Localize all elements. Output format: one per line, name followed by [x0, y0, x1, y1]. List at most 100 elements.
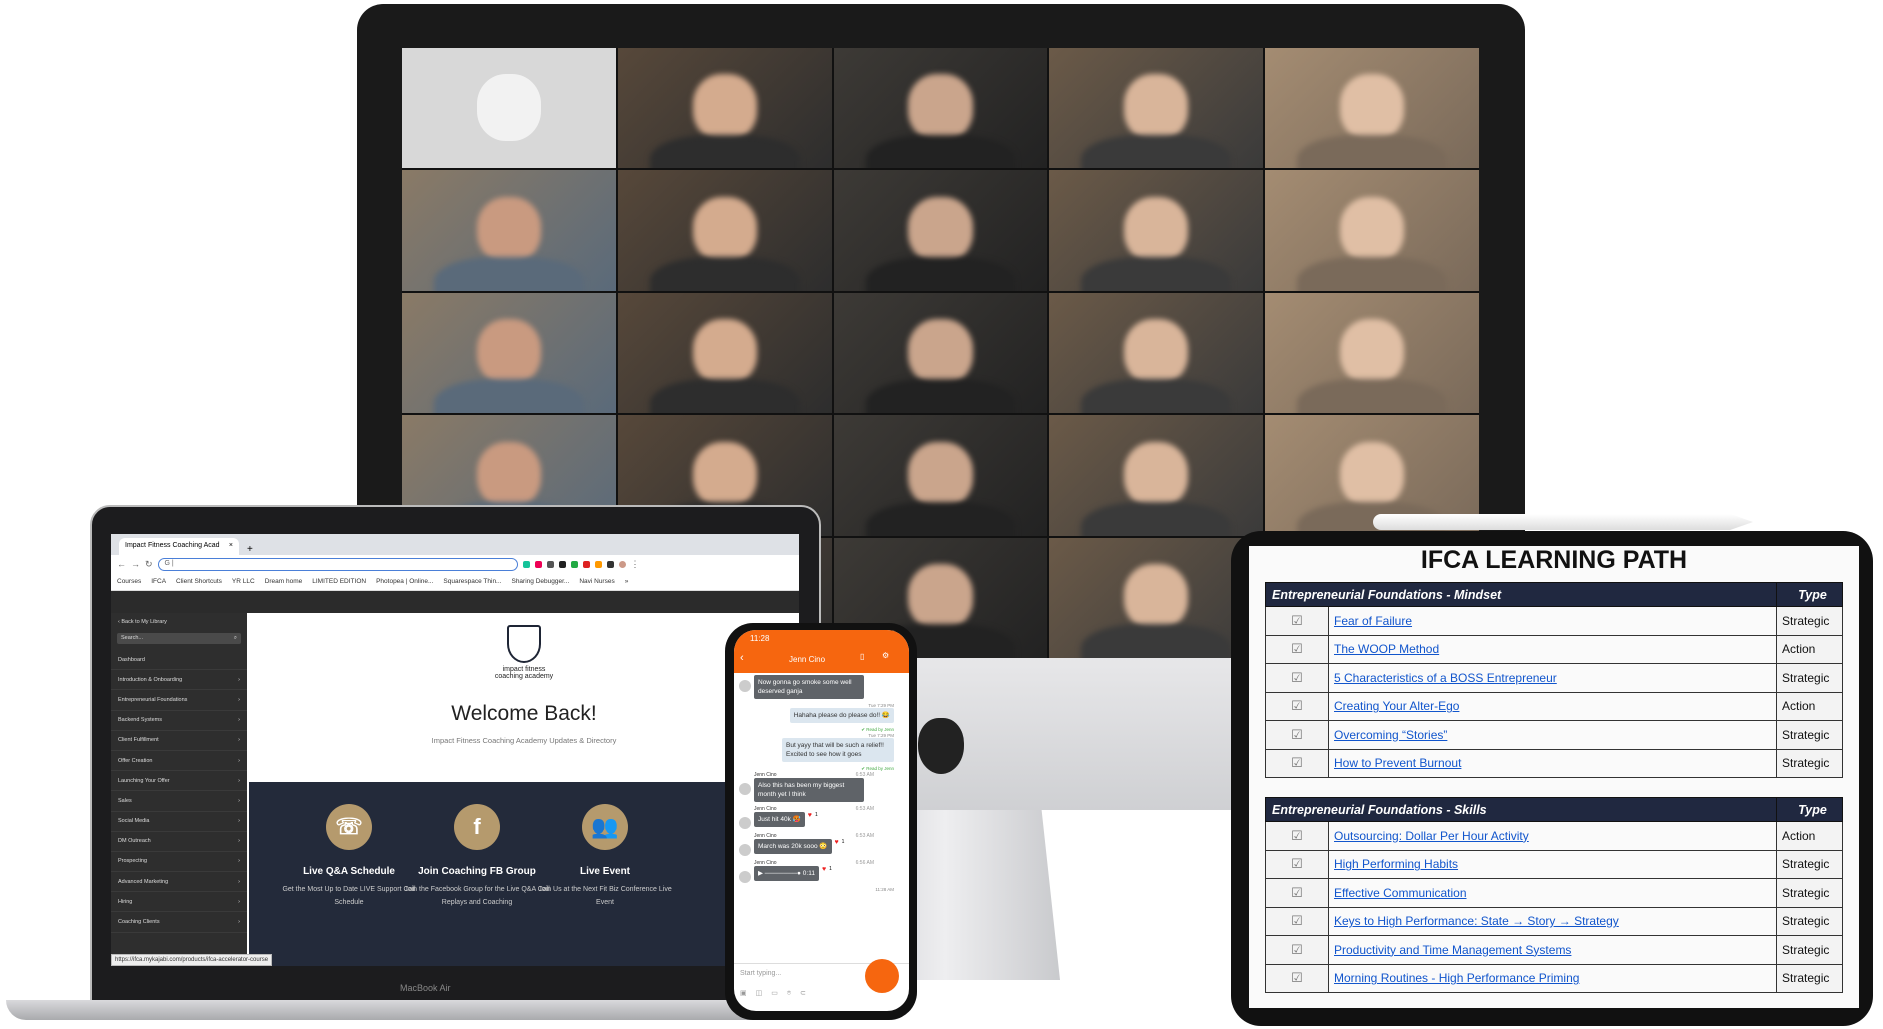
sidebar-item[interactable]: Social Media ›	[111, 812, 247, 832]
sidebar-item[interactable]: Advanced Marketing ›	[111, 872, 247, 893]
back-to-library-link[interactable]: ‹ Back to My Library	[111, 613, 247, 631]
message-bubble[interactable]: Also this has been my biggest month yet …	[754, 778, 864, 802]
lesson-link[interactable]: How to Prevent Burnout	[1334, 756, 1461, 770]
call-icon[interactable]: ▯	[860, 652, 864, 661]
lesson-cell: High Performing Habits	[1328, 849, 1777, 879]
sidebar-item[interactable]: DM Outreach ›	[111, 832, 247, 852]
video-tile	[1049, 415, 1264, 536]
sidebar-item[interactable]: Sales ›	[111, 791, 247, 812]
checkbox[interactable]: ☑	[1265, 849, 1329, 879]
menu-icon[interactable]: ⋮	[631, 559, 640, 570]
browser-tab[interactable]: Impact Fitness Coaching Acad ×	[119, 538, 239, 555]
close-tab-icon[interactable]: ×	[229, 542, 233, 551]
profile-avatar[interactable]	[618, 560, 626, 568]
message-bubble[interactable]: Now gonna go smoke some well deserved ga…	[754, 675, 864, 699]
checkbox[interactable]: ☑	[1265, 906, 1329, 936]
lesson-link[interactable]: Outsourcing: Dollar Per Hour Activity	[1334, 829, 1529, 843]
address-bar[interactable]: G |	[157, 557, 518, 571]
bookmark-item[interactable]: Client Shortcuts	[176, 578, 222, 585]
bookmark-item[interactable]: LIMITED EDITION	[312, 578, 366, 585]
checkbox[interactable]: ☑	[1265, 720, 1329, 750]
lesson-cell: Creating Your Alter-Ego	[1328, 691, 1777, 721]
bookmark-item[interactable]: Dream home	[265, 578, 303, 585]
lesson-link[interactable]: Creating Your Alter-Ego	[1334, 699, 1459, 713]
sidebar-search-input[interactable]: Search... ⌕	[117, 633, 241, 644]
participant-face	[908, 74, 973, 141]
sidebar-item[interactable]: Introduction & Onboarding ›	[111, 670, 247, 691]
sidebar-item[interactable]: Launching Your Offer ›	[111, 771, 247, 792]
directory-card[interactable]: 👥 Live Event Join Us at the Next Fit Biz C…	[530, 804, 680, 909]
bookmark-item[interactable]: Sharing Debugger...	[511, 578, 569, 585]
bookmark-item[interactable]: Photopea | Online...	[376, 578, 433, 585]
heart-reaction-icon[interactable]: ♥	[808, 812, 812, 819]
extension-icon[interactable]	[534, 560, 542, 568]
sidebar-item[interactable]: Entrepreneurial Foundations ›	[111, 690, 247, 711]
chevron-right-icon: ›	[238, 838, 240, 845]
reload-icon[interactable]: ↻	[145, 559, 153, 570]
lesson-link[interactable]: Morning Routines - High Performance Prim…	[1334, 971, 1579, 985]
bookmarks-more[interactable]: »	[625, 578, 629, 585]
sidebar-item[interactable]: Offer Creation ›	[111, 751, 247, 772]
lesson-link[interactable]: Effective Communication	[1334, 886, 1467, 900]
bookmark-item[interactable]: YR LLC	[232, 578, 255, 585]
back-icon[interactable]: ‹	[740, 652, 744, 664]
extension-icon[interactable]	[522, 560, 530, 568]
extension-icon[interactable]	[594, 560, 602, 568]
sidebar-item[interactable]: Coaching Clients ›	[111, 912, 247, 933]
lesson-link[interactable]: Overcoming “Stories”	[1334, 728, 1447, 742]
sidebar-item[interactable]: Prospecting ›	[111, 852, 247, 873]
back-icon[interactable]: ←	[117, 559, 126, 569]
lesson-link[interactable]: Keys to High Performance: State → Story …	[1334, 914, 1619, 928]
bookmark-item[interactable]: Navi Nurses	[579, 578, 614, 585]
message-bubble[interactable]: March was 20k sooo 😳	[754, 839, 832, 854]
lesson-link[interactable]: 5 Characteristics of a BOSS Entrepreneur	[1334, 671, 1557, 685]
table-row: ☑ Outsourcing: Dollar Per Hour Activity Ac…	[1265, 821, 1843, 851]
extension-icon[interactable]	[582, 560, 590, 568]
sidebar-item[interactable]: Backend Systems ›	[111, 711, 247, 731]
sidebar-item[interactable]: Hiring ›	[111, 892, 247, 913]
new-tab-button[interactable]: +	[247, 544, 253, 555]
sidebar-item[interactable]: Client Fulfillment ›	[111, 731, 247, 751]
message-bubble[interactable]: Just hit 40k 🥵	[754, 812, 805, 827]
checkbox[interactable]: ☑	[1265, 963, 1329, 993]
puzzle-icon[interactable]	[606, 560, 614, 568]
bookmark-item[interactable]: Courses	[117, 578, 141, 585]
lesson-type: Strategic	[1776, 878, 1843, 908]
lesson-link[interactable]: High Performing Habits	[1334, 857, 1458, 871]
message-bubble[interactable]: Hahaha please do please do!! 😂	[789, 708, 894, 723]
sidebar-item[interactable]: Dashboard	[111, 650, 247, 671]
walkie-talkie-button[interactable]	[865, 959, 899, 993]
chevron-right-icon: ›	[238, 777, 240, 784]
lesson-link[interactable]: Fear of Failure	[1334, 614, 1412, 628]
bookmark-item[interactable]: IFCA	[151, 578, 166, 585]
sidebar-item-label: Hiring	[118, 898, 133, 905]
heart-reaction-icon[interactable]: ♥	[835, 839, 839, 846]
participant-body	[649, 257, 800, 291]
video-tile	[402, 170, 616, 291]
heart-reaction-icon[interactable]: ♥	[822, 866, 826, 873]
lesson-link[interactable]: The WOOP Method	[1334, 642, 1439, 656]
bookmark-item[interactable]: Squarespace Thin...	[443, 578, 501, 585]
checkbox[interactable]: ☑	[1265, 878, 1329, 908]
checkbox[interactable]: ☑	[1265, 634, 1329, 664]
table-row: ☑ Creating Your Alter-Ego Action	[1265, 691, 1843, 721]
gear-icon[interactable]: ⚙	[882, 651, 889, 660]
forward-icon[interactable]: →	[131, 559, 140, 569]
extension-icon[interactable]	[546, 560, 554, 568]
phone-screen: 11:28 ‹ Jenn Cino ▯ ⚙ Now gonna go smoke…	[734, 630, 909, 1011]
video-tile	[1265, 292, 1479, 414]
checkbox[interactable]: ☑	[1265, 691, 1329, 721]
checkbox[interactable]: ☑	[1265, 935, 1329, 965]
message-bubble[interactable]: But yayy that will be such a relief!! Ex…	[782, 738, 894, 762]
checkbox[interactable]: ☑	[1265, 663, 1329, 693]
participant-face	[1124, 564, 1189, 631]
checkbox[interactable]: ☑	[1265, 748, 1329, 778]
card-title: Live Event	[579, 866, 631, 877]
extension-icon[interactable]	[570, 560, 578, 568]
lesson-link[interactable]: Productivity and Time Management Systems	[1334, 943, 1571, 957]
message-bubble[interactable]: ▶ ───────● 0:11	[754, 866, 819, 881]
participant-face	[908, 319, 973, 386]
checkbox[interactable]: ☑	[1265, 821, 1329, 851]
extension-icon[interactable]	[558, 560, 566, 568]
checkbox[interactable]: ☑	[1265, 606, 1329, 636]
